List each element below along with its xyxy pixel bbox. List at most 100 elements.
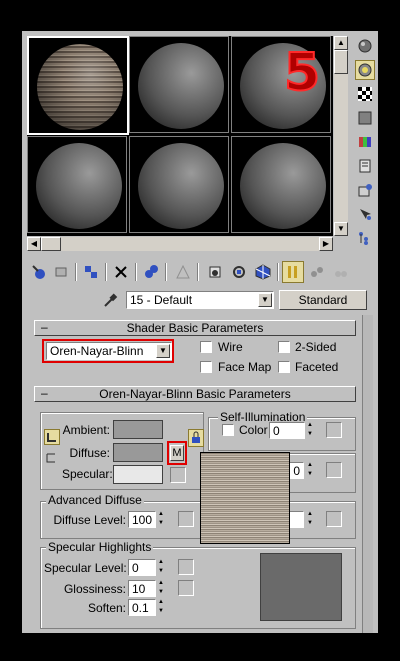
select-by-material-icon[interactable] bbox=[355, 204, 375, 224]
toolbar-separator bbox=[277, 263, 279, 281]
sphere-preview bbox=[138, 43, 224, 129]
scroll-left-icon[interactable]: ◀ bbox=[27, 237, 41, 251]
textured-sphere-preview bbox=[37, 44, 123, 130]
sample-slot-6[interactable] bbox=[231, 136, 331, 233]
diffuse-label: Diffuse: bbox=[69, 446, 110, 460]
specular-level-field[interactable]: 0 bbox=[128, 559, 156, 576]
material-name-field[interactable]: 15 - Default ▼ bbox=[126, 291, 274, 309]
ambient-label: Ambient: bbox=[62, 423, 110, 437]
lock-diffuse-specular-icon[interactable] bbox=[44, 451, 60, 467]
sample-slot-4[interactable] bbox=[27, 136, 127, 233]
sample-type-sphere-icon[interactable] bbox=[355, 36, 375, 56]
self-illum-map-button[interactable] bbox=[326, 422, 342, 438]
lock-ambient-diffuse-icon[interactable] bbox=[44, 429, 60, 445]
make-preview-icon[interactable] bbox=[355, 156, 375, 176]
assign-to-selection-icon[interactable] bbox=[80, 261, 102, 283]
diffuse-color-swatch[interactable] bbox=[113, 443, 163, 462]
toolbar-separator bbox=[75, 263, 77, 281]
soften-label: Soften: bbox=[87, 601, 126, 615]
background-checker-icon[interactable] bbox=[355, 84, 375, 104]
scroll-thumb[interactable] bbox=[334, 50, 348, 74]
specular-label: Specular: bbox=[62, 467, 113, 481]
backlight-icon[interactable] bbox=[355, 60, 375, 80]
opacity-spinner[interactable]: ▲ ▼ bbox=[305, 461, 315, 479]
slots-horizontal-scrollbar[interactable]: ◀ ▶ bbox=[27, 237, 333, 251]
face-map-label: Face Map bbox=[218, 360, 272, 374]
sample-slot-5[interactable] bbox=[129, 136, 229, 233]
toolbar-separator bbox=[135, 263, 137, 281]
rollout-title: Oren-Nayar-Blinn Basic Parameters bbox=[99, 387, 291, 401]
specular-level-label: Specular Level: bbox=[44, 561, 127, 575]
get-material-icon[interactable] bbox=[28, 261, 50, 283]
glossiness-label: Glossiness: bbox=[63, 582, 126, 596]
sample-slot-3[interactable]: 5 bbox=[231, 36, 331, 133]
wire-checkbox[interactable] bbox=[200, 341, 212, 353]
shader-basic-rollout-header[interactable]: – Shader Basic Parameters bbox=[34, 320, 356, 336]
soften-field[interactable]: 0.1 bbox=[128, 599, 156, 616]
material-effects-channel-icon[interactable] bbox=[204, 261, 226, 283]
slots-vertical-scrollbar[interactable]: ▲ ▼ bbox=[334, 36, 348, 236]
specular-map-button[interactable] bbox=[170, 467, 186, 483]
material-name-value: 15 - Default bbox=[130, 293, 193, 307]
self-illum-color-checkbox[interactable] bbox=[222, 424, 234, 436]
glossiness-field[interactable]: 10 bbox=[128, 580, 156, 597]
toolbar-separator bbox=[165, 263, 167, 281]
roughness-map-button[interactable] bbox=[326, 511, 342, 527]
opacity-map-button[interactable] bbox=[326, 462, 342, 478]
face-map-checkbox[interactable] bbox=[200, 361, 212, 373]
highlight-map-button bbox=[167, 441, 187, 465]
highlight-shader-dropdown bbox=[42, 339, 174, 363]
specular-color-swatch[interactable] bbox=[113, 465, 163, 484]
faceted-label: Faceted bbox=[295, 360, 339, 374]
step-number-overlay: 5 bbox=[283, 43, 321, 103]
show-map-in-viewport-icon[interactable] bbox=[228, 261, 250, 283]
options-icon[interactable] bbox=[355, 180, 375, 200]
ambient-color-swatch[interactable] bbox=[113, 420, 163, 439]
sphere-preview bbox=[138, 143, 224, 229]
roughness-spinner[interactable]: ▲ ▼ bbox=[305, 510, 315, 528]
sample-uv-tiling-icon[interactable] bbox=[355, 108, 375, 128]
chevron-down-icon[interactable]: ▼ bbox=[258, 293, 272, 307]
specular-level-map-button[interactable] bbox=[178, 559, 194, 575]
faceted-checkbox[interactable] bbox=[278, 361, 290, 373]
two-sided-label: 2-Sided bbox=[295, 340, 337, 354]
onb-basic-rollout-header[interactable]: – Oren-Nayar-Blinn Basic Parameters bbox=[34, 386, 356, 402]
put-to-library-icon[interactable] bbox=[172, 261, 194, 283]
navigate-sibling-icon[interactable] bbox=[330, 261, 352, 283]
sample-slot-2[interactable] bbox=[129, 36, 229, 133]
glossiness-spinner[interactable]: ▲ ▼ bbox=[156, 579, 166, 597]
specular-level-spinner[interactable]: ▲ ▼ bbox=[156, 558, 166, 576]
glossiness-map-button[interactable] bbox=[178, 580, 194, 596]
put-to-scene-icon[interactable] bbox=[50, 261, 72, 283]
self-illum-color-label: Color bbox=[239, 423, 268, 437]
video-color-check-icon[interactable] bbox=[355, 132, 375, 152]
sphere-preview bbox=[240, 143, 326, 229]
pick-material-eyedropper-icon[interactable] bbox=[102, 291, 120, 309]
reset-map-close-icon[interactable] bbox=[110, 261, 132, 283]
texture-preview-tooltip bbox=[200, 452, 290, 544]
collapse-minus-icon: – bbox=[41, 386, 48, 400]
toolbar-separator bbox=[105, 263, 107, 281]
show-end-result-icon[interactable] bbox=[252, 261, 274, 283]
sample-slot-1[interactable] bbox=[27, 36, 129, 135]
scroll-right-icon[interactable]: ▶ bbox=[319, 237, 333, 251]
lock-icon[interactable] bbox=[188, 429, 204, 447]
scroll-down-icon[interactable]: ▼ bbox=[334, 222, 348, 236]
diffuse-level-map-button[interactable] bbox=[178, 511, 194, 527]
diffuse-level-spinner[interactable]: ▲ ▼ bbox=[156, 510, 166, 528]
specular-highlights-title: Specular Highlights bbox=[46, 540, 154, 554]
self-illum-value-field[interactable]: 0 bbox=[269, 422, 305, 439]
diffuse-level-field[interactable]: 100 bbox=[128, 511, 156, 528]
material-navigator-icon[interactable] bbox=[355, 228, 375, 248]
soften-spinner[interactable]: ▲ ▼ bbox=[156, 598, 166, 616]
make-unique-icon[interactable] bbox=[140, 261, 162, 283]
scroll-thumb[interactable] bbox=[41, 237, 61, 251]
go-to-parent-icon[interactable] bbox=[282, 261, 304, 283]
go-forward-to-sibling-icon[interactable] bbox=[306, 261, 328, 283]
scroll-up-icon[interactable]: ▲ bbox=[334, 36, 348, 50]
rollout-scroll-strip[interactable] bbox=[362, 315, 373, 633]
self-illum-spinner[interactable]: ▲ ▼ bbox=[305, 421, 315, 439]
material-type-button[interactable]: Standard bbox=[279, 290, 367, 310]
two-sided-checkbox[interactable] bbox=[278, 341, 290, 353]
sphere-preview bbox=[36, 143, 122, 229]
